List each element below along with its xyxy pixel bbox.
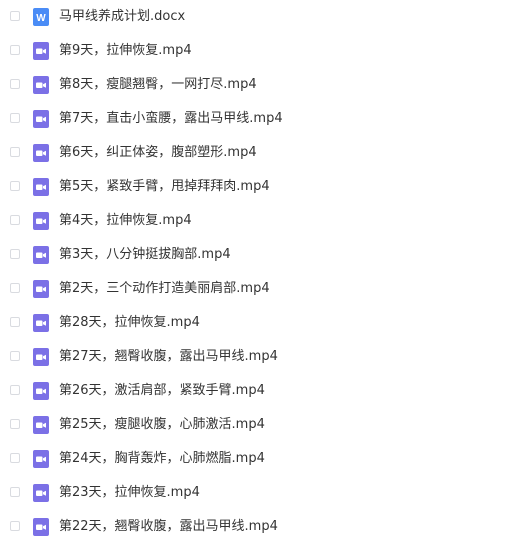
file-name[interactable]: 第3天，八分钟挺拔胸部.mp4 (59, 246, 231, 264)
video-icon (33, 110, 49, 128)
file-name[interactable]: 第9天，拉伸恢复.mp4 (59, 42, 192, 60)
row-checkbox[interactable] (10, 317, 20, 327)
video-icon (33, 246, 49, 264)
file-row[interactable]: 第24天，胸背轰炸，心肺燃脂.mp4 (0, 442, 522, 476)
row-checkbox[interactable] (10, 11, 20, 21)
row-checkbox[interactable] (10, 215, 20, 225)
svg-text:W: W (36, 13, 46, 24)
file-row[interactable]: 第23天，拉伸恢复.mp4 (0, 476, 522, 510)
file-row[interactable]: 第25天，瘦腿收腹，心肺激活.mp4 (0, 408, 522, 442)
video-icon (33, 144, 49, 162)
file-name[interactable]: 第8天，瘦腿翘臀，一网打尽.mp4 (59, 76, 257, 94)
file-name[interactable]: 第25天，瘦腿收腹，心肺激活.mp4 (59, 416, 265, 434)
file-row[interactable]: W 马甲线养成计划.docx (0, 0, 522, 34)
row-checkbox[interactable] (10, 79, 20, 89)
file-list: W 马甲线养成计划.docx 第9天，拉伸恢复.mp4 第8天，瘦腿翘臀，一网打尽.m… (0, 0, 522, 539)
file-row[interactable]: 第8天，瘦腿翘臀，一网打尽.mp4 (0, 68, 522, 102)
row-checkbox[interactable] (10, 453, 20, 463)
row-checkbox[interactable] (10, 249, 20, 259)
row-checkbox[interactable] (10, 113, 20, 123)
row-checkbox[interactable] (10, 181, 20, 191)
row-checkbox[interactable] (10, 487, 20, 497)
file-name[interactable]: 第6天，纠正体姿，腹部塑形.mp4 (59, 144, 257, 162)
file-name[interactable]: 第4天，拉伸恢复.mp4 (59, 212, 192, 230)
word-icon: W (33, 8, 49, 26)
video-icon (33, 484, 49, 502)
file-name[interactable]: 第28天，拉伸恢复.mp4 (59, 314, 200, 332)
video-icon (33, 348, 49, 366)
file-name[interactable]: 第7天，直击小蛮腰，露出马甲线.mp4 (59, 110, 283, 128)
video-icon (33, 280, 49, 298)
file-row[interactable]: 第26天，激活肩部，紧致手臂.mp4 (0, 374, 522, 408)
file-name[interactable]: 第26天，激活肩部，紧致手臂.mp4 (59, 382, 265, 400)
video-icon (33, 450, 49, 468)
video-icon (33, 416, 49, 434)
row-checkbox[interactable] (10, 283, 20, 293)
file-name[interactable]: 第24天，胸背轰炸，心肺燃脂.mp4 (59, 450, 265, 468)
row-checkbox[interactable] (10, 147, 20, 157)
file-row[interactable]: 第4天，拉伸恢复.mp4 (0, 204, 522, 238)
file-name[interactable]: 第22天，翘臀收腹，露出马甲线.mp4 (59, 518, 278, 536)
row-checkbox[interactable] (10, 45, 20, 55)
row-checkbox[interactable] (10, 419, 20, 429)
video-icon (33, 518, 49, 536)
file-row[interactable]: 第27天，翘臀收腹，露出马甲线.mp4 (0, 340, 522, 374)
file-row[interactable]: 第2天，三个动作打造美丽肩部.mp4 (0, 272, 522, 306)
row-checkbox[interactable] (10, 521, 20, 531)
video-icon (33, 314, 49, 332)
video-icon (33, 178, 49, 196)
file-name[interactable]: 马甲线养成计划.docx (59, 8, 185, 26)
file-row[interactable]: 第28天，拉伸恢复.mp4 (0, 306, 522, 340)
file-name[interactable]: 第27天，翘臀收腹，露出马甲线.mp4 (59, 348, 278, 366)
video-icon (33, 382, 49, 400)
file-name[interactable]: 第5天，紧致手臂，甩掉拜拜肉.mp4 (59, 178, 270, 196)
video-icon (33, 42, 49, 60)
file-name[interactable]: 第2天，三个动作打造美丽肩部.mp4 (59, 280, 270, 298)
row-checkbox[interactable] (10, 351, 20, 361)
file-row[interactable]: 第3天，八分钟挺拔胸部.mp4 (0, 238, 522, 272)
file-row[interactable]: 第5天，紧致手臂，甩掉拜拜肉.mp4 (0, 170, 522, 204)
video-icon (33, 76, 49, 94)
video-icon (33, 212, 49, 230)
file-row[interactable]: 第9天，拉伸恢复.mp4 (0, 34, 522, 68)
file-name[interactable]: 第23天，拉伸恢复.mp4 (59, 484, 200, 502)
file-row[interactable]: 第6天，纠正体姿，腹部塑形.mp4 (0, 136, 522, 170)
file-row[interactable]: 第7天，直击小蛮腰，露出马甲线.mp4 (0, 102, 522, 136)
row-checkbox[interactable] (10, 385, 20, 395)
